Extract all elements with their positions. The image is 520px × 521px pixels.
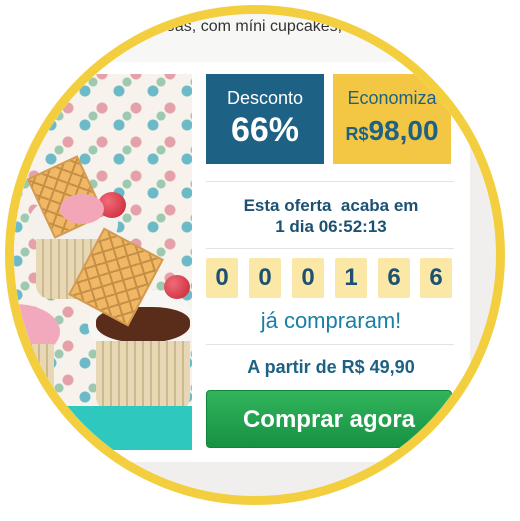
divider (206, 181, 454, 182)
circular-frame: ssoas, com míni cupcakes, Desconto 66% E… (5, 5, 505, 505)
discount-tile: Desconto 66% (206, 74, 324, 164)
buy-now-button[interactable]: Comprar agora (206, 390, 452, 448)
counter-digit: 1 (335, 258, 367, 298)
counter-digit: 0 (206, 258, 238, 298)
counter-digit: 6 (378, 258, 410, 298)
divider (206, 344, 454, 345)
savings-label: Economiza (347, 88, 437, 108)
bought-count-label: já compraram! (260, 308, 402, 333)
deal-photo[interactable] (14, 74, 192, 406)
counter-digit: 6 (420, 258, 452, 298)
savings-amount: R$98,00 (333, 115, 451, 147)
price-label: A partir de R$ 49,90 (247, 357, 415, 377)
divider (206, 248, 454, 249)
deal-description: ssoas, com míni cupcakes, (150, 18, 343, 35)
savings-tile: Economiza R$98,00 (333, 74, 451, 164)
offer-ends-label: Esta oferta acaba em (243, 196, 419, 215)
description-band: ssoas, com míni cupcakes, (14, 14, 496, 62)
discount-value: 66% (230, 111, 300, 149)
savings-value: 98,00 (368, 115, 439, 146)
counter-digit: 0 (249, 258, 281, 298)
photo-strip (14, 406, 192, 450)
deal-panel: Desconto 66% Economiza R$98,00 Esta ofer… (192, 62, 470, 460)
counter-digit: 0 (292, 258, 324, 298)
countdown-timer: 1 dia 06:52:13 (275, 217, 387, 236)
savings-currency: R$ (345, 124, 369, 144)
discount-label: Desconto (226, 88, 304, 108)
